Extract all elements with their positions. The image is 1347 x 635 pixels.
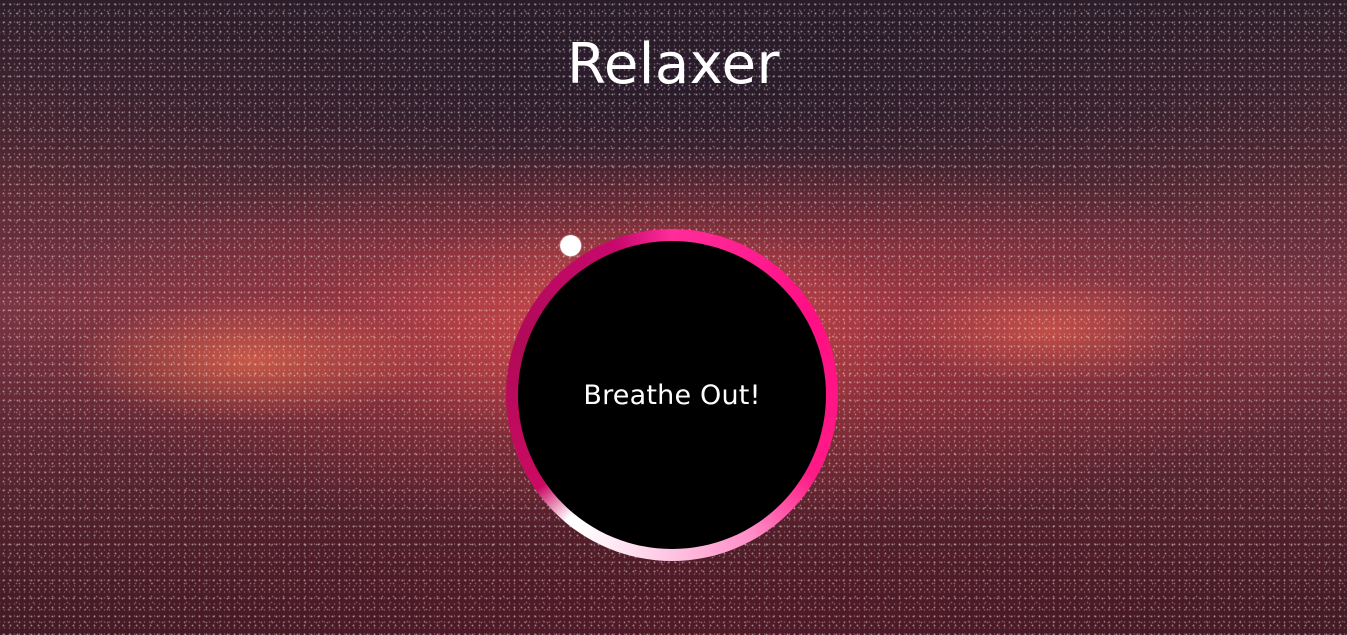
pointer-track [442, 165, 903, 626]
dot-pointer-icon [556, 231, 586, 261]
app-title: Relaxer [566, 32, 781, 97]
breathing-widget: Breathe Out! [506, 229, 838, 561]
